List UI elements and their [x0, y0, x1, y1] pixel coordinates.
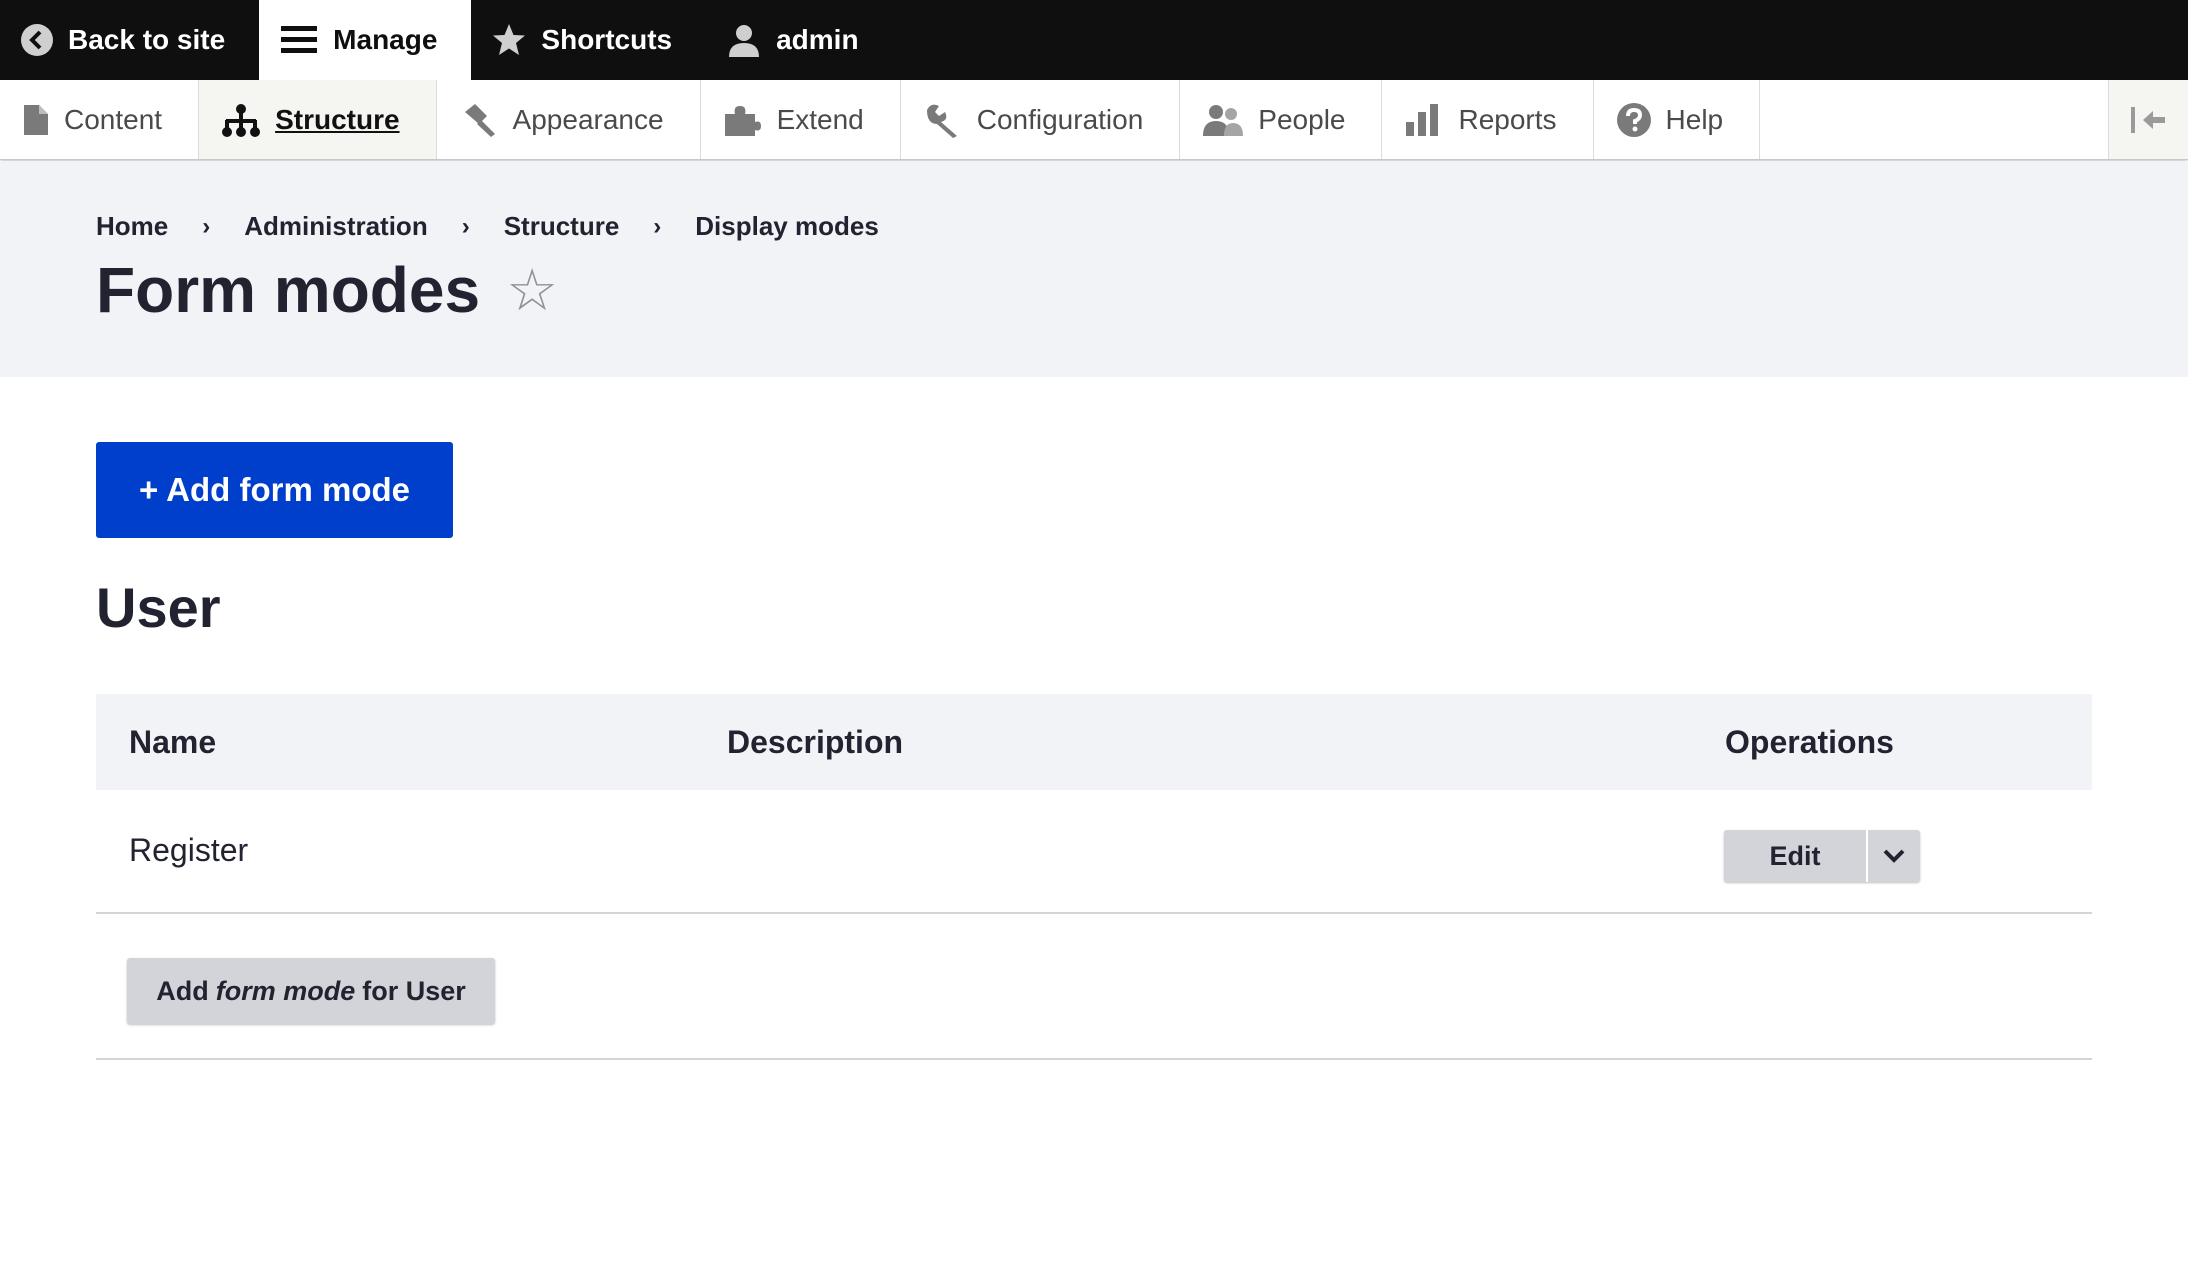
- manage-tab[interactable]: Manage: [259, 0, 472, 80]
- tray-item-label: Help: [1665, 103, 1724, 135]
- form-modes-table: Name Description Operations Register Edi…: [96, 694, 2092, 1060]
- breadcrumb-link-structure[interactable]: Structure: [504, 211, 620, 242]
- page-title-text: Form modes: [96, 254, 481, 326]
- breadcrumb-link-home[interactable]: Home: [96, 211, 168, 242]
- shortcuts-tab[interactable]: Shortcuts: [471, 0, 706, 80]
- tray-item-label: Extend: [776, 103, 864, 135]
- add-form-mode-for-user-button[interactable]: Add form mode for User: [127, 958, 495, 1024]
- back-to-site-link[interactable]: Back to site: [0, 0, 259, 80]
- tray-item-appearance[interactable]: Appearance: [437, 80, 701, 159]
- hamburger-icon: [281, 26, 318, 53]
- tray-item-help[interactable]: Help: [1594, 80, 1761, 159]
- sitemap-icon: [222, 103, 261, 137]
- tray-item-people[interactable]: People: [1180, 80, 1383, 159]
- user-tab[interactable]: admin: [706, 0, 892, 80]
- tray-item-label: People: [1258, 103, 1346, 135]
- edit-button[interactable]: Edit: [1724, 830, 1868, 882]
- shortcuts-label: Shortcuts: [541, 24, 673, 55]
- breadcrumb-separator: ›: [202, 212, 211, 240]
- column-header-description: Description: [727, 724, 904, 760]
- shortcut-star-icon[interactable]: ☆: [506, 256, 558, 324]
- tray-item-content[interactable]: Content: [0, 80, 200, 159]
- breadcrumb: Home › Administration › Structure › Disp…: [96, 211, 879, 242]
- column-header-name: Name: [129, 724, 217, 760]
- chevron-left-circle-icon: [21, 24, 53, 56]
- admin-tray-menu: Content Structure Appearance Extend Conf…: [0, 80, 2188, 160]
- add-form-mode-button[interactable]: + Add form mode: [96, 442, 453, 538]
- collapse-left-icon: [2130, 106, 2165, 133]
- chevron-down-icon: [1883, 849, 1905, 863]
- page-title: Form modes ☆: [96, 253, 558, 327]
- breadcrumb-link-administration[interactable]: Administration: [244, 211, 427, 242]
- paintbrush-icon: [464, 103, 495, 137]
- tray-item-label: Content: [64, 103, 163, 135]
- add-label-emphasis: form mode: [215, 975, 356, 1006]
- breadcrumb-separator: ›: [461, 212, 470, 240]
- tray-item-label: Reports: [1458, 103, 1557, 135]
- tray-item-label: Structure: [275, 103, 400, 135]
- wrench-icon: [926, 104, 957, 138]
- tray-item-label: Configuration: [976, 103, 1144, 135]
- dropbutton-toggle[interactable]: [1868, 830, 1920, 882]
- breadcrumb-link-display-modes[interactable]: Display modes: [695, 211, 879, 242]
- file-icon: [24, 104, 48, 135]
- add-label-prefix: Add: [156, 975, 209, 1006]
- people-icon: [1203, 104, 1244, 136]
- puzzle-icon: [724, 105, 761, 136]
- tray-item-configuration[interactable]: Configuration: [901, 80, 1181, 159]
- tray-item-extend[interactable]: Extend: [701, 80, 901, 159]
- tray-orientation-toggle[interactable]: [2108, 80, 2188, 159]
- table-header: Name Description Operations: [96, 694, 2092, 790]
- tray-item-reports[interactable]: Reports: [1382, 80, 1594, 159]
- breadcrumb-separator: ›: [653, 212, 662, 240]
- star-icon: [493, 24, 526, 55]
- column-header-operations: Operations: [1725, 724, 1894, 760]
- admin-toolbar: Back to site Manage Shortcuts admin: [0, 0, 2188, 80]
- add-label-suffix: for User: [362, 975, 466, 1006]
- bar-chart-icon: [1406, 103, 1439, 136]
- page-header: Home › Administration › Structure › Disp…: [0, 161, 2188, 377]
- operations-dropbutton: Edit: [1724, 830, 1920, 882]
- user-label: admin: [776, 24, 859, 55]
- row-name: Register: [129, 832, 249, 868]
- manage-label: Manage: [333, 24, 438, 55]
- user-icon: [729, 25, 760, 57]
- tray-item-label: Appearance: [512, 103, 664, 135]
- tray-item-structure[interactable]: Structure: [199, 80, 437, 159]
- help-icon: [1616, 102, 1651, 137]
- back-to-site-label: Back to site: [68, 24, 226, 55]
- entity-type-heading: User: [96, 576, 221, 639]
